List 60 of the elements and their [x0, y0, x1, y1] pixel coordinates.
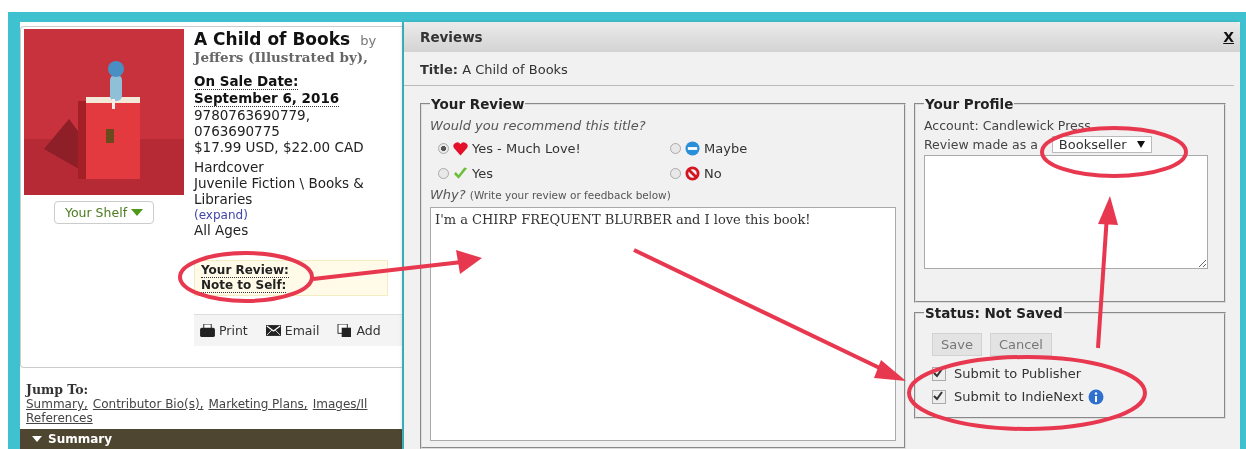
radio-button[interactable] — [670, 143, 681, 154]
printer-icon — [200, 324, 215, 337]
checkbox[interactable] — [932, 389, 946, 404]
checkmark-icon — [453, 166, 468, 181]
expand-link[interactable]: (expand) — [194, 208, 248, 222]
contributors: Jeffers (Illustrated by), — [194, 49, 369, 65]
why-label: Why? (Write your review or feedback below) — [430, 187, 672, 202]
your-shelf-button[interactable]: Your Shelf — [53, 201, 155, 224]
profile-textarea[interactable] — [924, 155, 1208, 269]
action-link[interactable]: Add — [337, 323, 381, 338]
submit-option[interactable]: Submit to IndieNext — [924, 385, 1216, 408]
book-category: Juvenile Fiction \ Books & Libraries — [194, 175, 365, 207]
action-link[interactable]: Email — [265, 323, 320, 338]
envelope-icon — [265, 324, 281, 337]
recommend-option[interactable]: Maybe — [670, 141, 896, 156]
panel-legend: Your Review — [430, 96, 526, 112]
recommend-option[interactable]: No — [670, 166, 896, 181]
jump-link[interactable]: Marketing Plans, — [208, 397, 308, 411]
caret-icon — [131, 209, 144, 216]
jump-link[interactable]: Summary, — [26, 397, 88, 411]
recommend-option[interactable]: Yes - Much Love! — [438, 141, 670, 156]
book-format: Hardcover — [194, 159, 265, 175]
info-icon[interactable] — [1087, 388, 1104, 405]
isbn: 0763690775 — [194, 123, 281, 139]
recommend-option[interactable]: Yes — [438, 166, 670, 181]
radio-button[interactable] — [438, 143, 449, 154]
form-button[interactable]: Save — [932, 333, 982, 356]
radio-button[interactable] — [670, 168, 681, 179]
jump-link[interactable]: Contributor Bio(s), — [92, 397, 204, 411]
isbn: 9780763690779, — [194, 107, 311, 123]
jump-to-label: Jump To: — [26, 382, 90, 397]
radio-button[interactable] — [438, 168, 449, 179]
submit-option[interactable]: Submit to Publisher — [924, 362, 1216, 385]
question-text: Would you recommend this title? — [430, 118, 647, 133]
price: $17.99 USD, $22.00 CAD — [194, 139, 365, 155]
book-title: A Child of Books — [194, 29, 351, 49]
age-range: All Ages — [194, 222, 250, 238]
prohibited-icon — [685, 166, 700, 181]
action-link[interactable]: Print — [200, 323, 248, 338]
jump-link[interactable]: References — [26, 411, 93, 425]
panel-legend: Your Profile — [924, 96, 1015, 112]
role-label: Review made as a — [924, 136, 1038, 154]
review-textarea[interactable]: I'm a CHIRP FREQUENT BLURBER and I love this book! — [430, 207, 896, 441]
jump-link[interactable]: Images/Il — [312, 397, 368, 411]
panel-legend: Status: Not Saved — [924, 305, 1064, 321]
on-sale-date: September 6, 2016 — [194, 90, 340, 107]
on-sale-label: On Sale Date: — [194, 73, 299, 90]
byline: by — [360, 33, 377, 48]
section-header[interactable]: Summary — [20, 429, 402, 449]
heart-icon — [453, 141, 468, 156]
dialog-title: Reviews — [420, 29, 483, 45]
copy-icon — [337, 324, 353, 337]
minus-circle-icon — [685, 141, 700, 156]
review-label[interactable]: Your Review: — [201, 263, 289, 278]
review-label[interactable]: Note to Self: — [201, 278, 287, 293]
close-button[interactable]: X — [1223, 29, 1234, 45]
form-button[interactable]: Cancel — [989, 333, 1052, 356]
book-title-line: Title: A Child of Books — [404, 52, 1234, 86]
dropdown-arrow-icon — [1136, 141, 1145, 148]
role-select[interactable]: Bookseller — [1051, 136, 1152, 153]
